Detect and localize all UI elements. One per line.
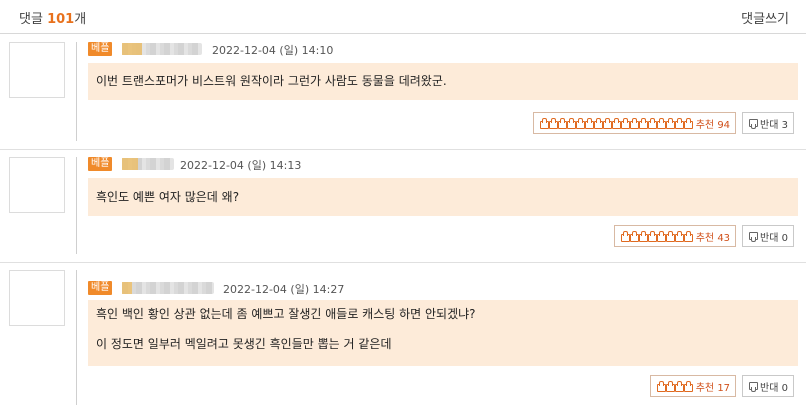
comment-count: 댓글 101개 (19, 8, 86, 27)
thumbs-up-icon (665, 381, 675, 392)
comment-meta: 베플 2022-12-04 (일) 14:27 (88, 269, 800, 296)
comment-text: 흑인 백인 황인 상관 없는데 좀 예쁘고 잘생긴 애들로 캐스팅 하면 안되겠… (96, 307, 476, 321)
recommend-label: 추천 43 (695, 232, 731, 244)
comment-body: 이번 트랜스포머가 비스트워 원작이라 그런가 사람도 동물을 데려왔군. (88, 63, 798, 100)
comment-item: 베플 2022-12-04 (일) 14:10 이번 트랜스포머가 비스트워 원… (0, 37, 806, 150)
oppose-button[interactable]: 반대 0 (742, 225, 794, 247)
thumbs-up-icon (674, 231, 684, 242)
recommend-button[interactable]: 추천 94 (532, 112, 737, 134)
thumbs-up-icon (656, 231, 666, 242)
thumbs-up-icon (557, 118, 567, 129)
thumbs-up-icon (575, 118, 585, 129)
thumbs-up-icon (665, 118, 675, 129)
thumbs-up-icon (611, 118, 621, 129)
comment-text-spacer (96, 324, 790, 334)
thumbs-up-icon (566, 118, 576, 129)
oppose-label: 반대 0 (760, 382, 788, 394)
best-badge: 베플 (88, 42, 113, 56)
author-name-blurred[interactable] (122, 43, 202, 55)
write-comment-link[interactable]: 댓글쓰기 (741, 8, 789, 27)
thumbs-up-icon (656, 118, 666, 129)
thumbs-up-icon (647, 231, 657, 242)
thumbs-up-icon (602, 118, 612, 129)
comment-date: 2022-12-04 (일) 14:10 (212, 44, 334, 57)
avatar (9, 42, 65, 98)
comments-header: 댓글 101개 댓글쓰기 (0, 0, 806, 34)
comment-date: 2022-12-04 (일) 14:27 (223, 283, 345, 296)
divider (76, 157, 77, 254)
recommend-button[interactable]: 추천 17 (649, 375, 737, 397)
comment-actions: 추천 94 반대 3 (532, 112, 794, 134)
thumbs-up-icon (629, 231, 639, 242)
comment-meta: 베플 2022-12-04 (일) 14:10 (88, 41, 800, 59)
divider (76, 42, 77, 141)
comment-body: 흑인 백인 황인 상관 없는데 좀 예쁘고 잘생긴 애들로 캐스팅 하면 안되겠… (88, 300, 798, 366)
oppose-button[interactable]: 반대 0 (742, 375, 794, 397)
thumbs-up-icons (656, 381, 693, 392)
thumbs-up-icon (683, 118, 693, 129)
thumbs-up-icon (539, 118, 549, 129)
thumbs-up-icon (638, 118, 648, 129)
comment-text: 흑인도 예쁜 여자 많은데 왜? (96, 190, 240, 204)
thumbs-up-icon (665, 231, 675, 242)
thumbs-up-icon (683, 381, 693, 392)
thumbs-up-icon (656, 381, 666, 392)
comment-count-suffix: 개 (74, 12, 87, 27)
comment-text: 이 정도면 일부러 멕일려고 못생긴 흑인들만 뽑는 거 같은데 (96, 337, 392, 351)
comment-item: 베플 2022-12-04 (일) 14:27 흑인 백인 황인 상관 없는데 … (0, 265, 806, 412)
thumbs-up-icon (593, 118, 603, 129)
comment-date: 2022-12-04 (일) 14:13 (180, 159, 302, 172)
oppose-button[interactable]: 반대 3 (742, 112, 794, 134)
thumbs-down-icon (748, 231, 759, 242)
thumbs-up-icon (683, 231, 693, 242)
comment-item: 베플 2022-12-04 (일) 14:13 흑인도 예쁜 여자 많은데 왜?… (0, 152, 806, 263)
avatar (9, 270, 65, 326)
thumbs-up-icon (674, 118, 684, 129)
recommend-button[interactable]: 추천 43 (613, 225, 737, 247)
comment-body: 흑인도 예쁜 여자 많은데 왜? (88, 178, 798, 216)
thumbs-up-icons (620, 231, 693, 242)
best-badge: 베플 (88, 157, 113, 171)
oppose-label: 반대 0 (760, 232, 788, 244)
thumbs-up-icon (647, 118, 657, 129)
author-name-blurred[interactable] (122, 158, 174, 170)
thumbs-up-icons (539, 118, 693, 129)
best-badge: 베플 (88, 281, 113, 295)
thumbs-down-icon (748, 118, 759, 129)
thumbs-up-icon (548, 118, 558, 129)
comment-actions: 추천 43 반대 0 (613, 225, 794, 247)
comment-count-number: 101 (47, 12, 75, 27)
recommend-label: 추천 17 (695, 382, 731, 394)
thumbs-up-icon (674, 381, 684, 392)
thumbs-up-icon (620, 118, 630, 129)
thumbs-up-icon (629, 118, 639, 129)
comment-text: 이번 트랜스포머가 비스트워 원작이라 그런가 사람도 동물을 데려왔군. (96, 74, 447, 88)
comment-count-label: 댓글 (19, 12, 43, 27)
recommend-label: 추천 94 (695, 119, 731, 131)
thumbs-down-icon (748, 381, 759, 392)
thumbs-up-icon (620, 231, 630, 242)
author-name-blurred[interactable] (122, 282, 214, 294)
thumbs-up-icon (638, 231, 648, 242)
divider (76, 270, 77, 405)
thumbs-up-icon (584, 118, 594, 129)
oppose-label: 반대 3 (760, 119, 788, 131)
avatar (9, 157, 65, 213)
comment-actions: 추천 17 반대 0 (649, 375, 794, 397)
comment-meta: 베플 2022-12-04 (일) 14:13 (88, 156, 800, 174)
